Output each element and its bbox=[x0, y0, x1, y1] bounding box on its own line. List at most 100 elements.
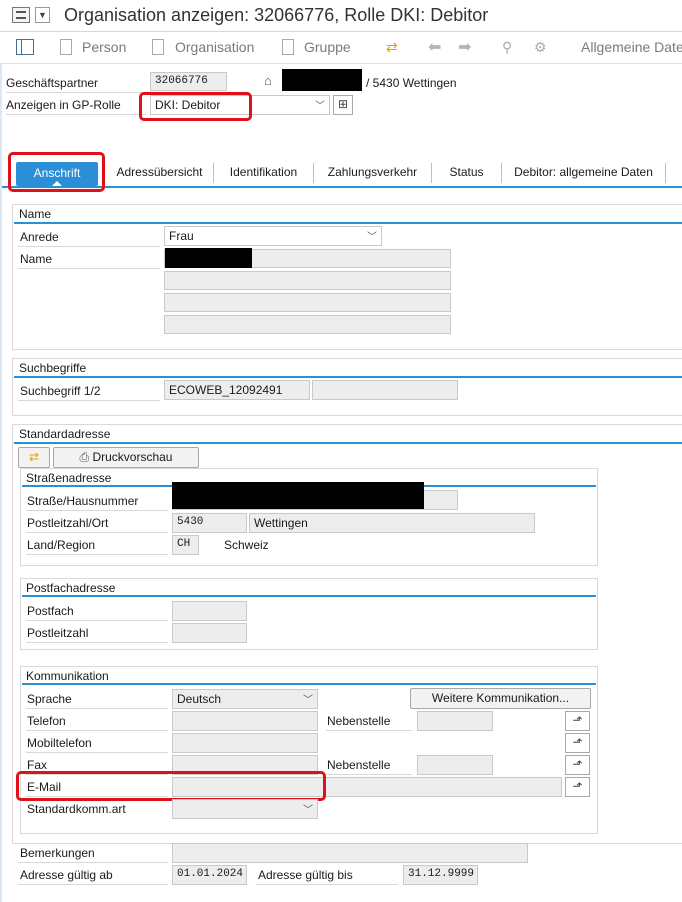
weitere-kommunikation-button[interactable]: Weitere Kommunikation... bbox=[410, 688, 591, 709]
bemerk-field bbox=[172, 843, 528, 863]
rolle-label: Anzeigen in GP-Rolle bbox=[6, 98, 121, 112]
arrow-right-icon[interactable]: ➡ bbox=[458, 37, 471, 57]
hierarchy-icon[interactable]: ⚙ bbox=[534, 39, 547, 56]
address-detail-button[interactable]: ⇄ bbox=[18, 447, 50, 468]
redacted-name bbox=[282, 69, 362, 91]
toolbar-divider bbox=[0, 63, 682, 64]
gruppe-button[interactable]: Gruppe bbox=[304, 39, 351, 55]
gueltig-bis-field: 31.12.9999 bbox=[403, 865, 478, 885]
redacted-name-value bbox=[165, 248, 252, 268]
such-underline bbox=[18, 400, 160, 401]
mobil-underline bbox=[26, 752, 168, 753]
organisation-button[interactable]: Organisation bbox=[175, 39, 254, 55]
telefon-more-icon[interactable]: ⬏ bbox=[565, 711, 590, 731]
strasse-group-title: Straßenadresse bbox=[26, 471, 112, 485]
plz-underline bbox=[26, 532, 168, 533]
tab-debitor-allgemein[interactable]: Debitor: allgemeine Daten bbox=[502, 163, 666, 183]
mobil-more-icon[interactable]: ⬏ bbox=[565, 733, 590, 753]
redacted-strasse bbox=[172, 482, 424, 509]
gp-number-field: 32066776 bbox=[150, 72, 227, 91]
fax-label: Fax bbox=[27, 758, 48, 772]
name-field-4 bbox=[164, 315, 451, 334]
tab-identifikation[interactable]: Identifikation bbox=[214, 163, 314, 183]
left-edge-line bbox=[0, 64, 2, 902]
allgemeine-daten-button[interactable]: Allgemeine Date bbox=[581, 39, 682, 55]
nebenstelle2-field bbox=[417, 755, 493, 775]
sprache-value: Deutsch bbox=[177, 692, 222, 706]
document-icon[interactable] bbox=[152, 39, 164, 55]
menu-icon[interactable] bbox=[12, 7, 30, 23]
postfach-plz-field bbox=[172, 623, 247, 643]
nebenstelle2-underline bbox=[326, 774, 412, 775]
postfach-group-line bbox=[22, 595, 596, 597]
gueltig-ab-label: Adresse gültig ab bbox=[20, 868, 113, 882]
strasse-label: Straße/Hausnummer bbox=[27, 494, 139, 508]
std-group-line bbox=[14, 442, 682, 444]
arrow-left-icon[interactable]: ⬅ bbox=[428, 37, 441, 57]
glasses-icon[interactable]: ⚲ bbox=[502, 39, 512, 56]
dropdown-arrow-icon[interactable]: ▼ bbox=[35, 7, 50, 23]
nebenstelle-field bbox=[417, 711, 493, 731]
gueltig-bis-label: Adresse gültig bis bbox=[258, 868, 353, 882]
komm-group-title: Kommunikation bbox=[26, 669, 109, 683]
such-group-line bbox=[14, 376, 682, 378]
email-more-icon[interactable]: ⬏ bbox=[565, 777, 590, 797]
email-highlight bbox=[16, 771, 326, 801]
druckvorschau-button[interactable]: ⎙ Druckvorschau bbox=[53, 447, 199, 468]
chevron-down-icon: ﹀ bbox=[303, 805, 313, 816]
strasse-underline bbox=[26, 510, 168, 511]
chevron-down-icon: ﹀ bbox=[367, 232, 377, 243]
standardkomm-select[interactable]: ﹀ bbox=[172, 799, 318, 819]
postfach-plz-underline bbox=[26, 642, 168, 643]
document-icon[interactable] bbox=[60, 39, 72, 55]
role-detail-icon[interactable]: ⊞ bbox=[333, 95, 353, 115]
layout-icon[interactable] bbox=[16, 39, 34, 55]
fax-more-icon[interactable]: ⬏ bbox=[565, 755, 590, 775]
such-label: Suchbegriff 1/2 bbox=[20, 384, 101, 398]
gp-label-underline bbox=[6, 92, 146, 93]
bemerk-underline bbox=[18, 862, 168, 863]
sprache-select[interactable]: Deutsch ﹀ bbox=[172, 689, 318, 709]
toolbar: Person Organisation Gruppe ⇄ ⬅ ➡ ⚲ ⚙ All… bbox=[0, 33, 682, 63]
sprache-label: Sprache bbox=[27, 692, 72, 706]
name-field-3 bbox=[164, 293, 451, 312]
person-button[interactable]: Person bbox=[82, 39, 126, 55]
name-group-title: Name bbox=[19, 207, 52, 221]
mobil-label: Mobiltelefon bbox=[27, 736, 92, 750]
gp-label: Geschäftspartner bbox=[6, 76, 99, 90]
gueltig-ab-field: 01.01.2024 bbox=[172, 865, 247, 885]
land-name: Schweiz bbox=[224, 538, 269, 552]
title-bar: ▼ Organisation anzeigen: 32066776, Rolle… bbox=[0, 0, 682, 32]
sprache-underline bbox=[26, 708, 168, 709]
standardkomm-label: Standardkomm.art bbox=[27, 802, 126, 816]
nebenstelle-underline bbox=[326, 730, 412, 731]
postfach-field bbox=[172, 601, 247, 621]
ort-field: Wettingen bbox=[249, 513, 535, 533]
such-field-2 bbox=[312, 380, 458, 400]
druckvorschau-label: Druckvorschau bbox=[92, 450, 173, 464]
anrede-underline bbox=[18, 246, 160, 247]
komm-group-line bbox=[22, 683, 596, 685]
tab-status[interactable]: Status bbox=[432, 163, 502, 183]
anrede-select[interactable]: Frau ﹀ bbox=[164, 226, 382, 246]
document-icon[interactable] bbox=[282, 39, 294, 55]
name-underline bbox=[18, 268, 160, 269]
mobil-field bbox=[172, 733, 318, 753]
rolle-label-underline bbox=[6, 114, 146, 115]
such-group-title: Suchbegriffe bbox=[19, 361, 87, 375]
tab-zahlungsverkehr[interactable]: Zahlungsverkehr bbox=[314, 163, 432, 183]
name-label: Name bbox=[20, 252, 53, 266]
switch-icon[interactable]: ⇄ bbox=[386, 39, 404, 55]
bemerk-label: Bemerkungen bbox=[20, 846, 95, 860]
chevron-down-icon: ﹀ bbox=[303, 695, 313, 706]
telefon-field bbox=[172, 711, 318, 731]
switch-icon: ⇄ bbox=[28, 450, 40, 464]
page-title: Organisation anzeigen: 32066776, Rolle D… bbox=[64, 5, 489, 25]
location-text: / 5430 Wettingen bbox=[366, 76, 457, 90]
postfach-plz-label: Postleitzahl bbox=[27, 626, 89, 640]
land-label: Land/Region bbox=[27, 538, 96, 552]
tab-anschrift-highlight bbox=[8, 152, 105, 192]
tab-adressuebersicht[interactable]: Adressübersicht bbox=[106, 163, 214, 183]
land-underline bbox=[26, 554, 168, 555]
postfach-underline bbox=[26, 620, 168, 621]
